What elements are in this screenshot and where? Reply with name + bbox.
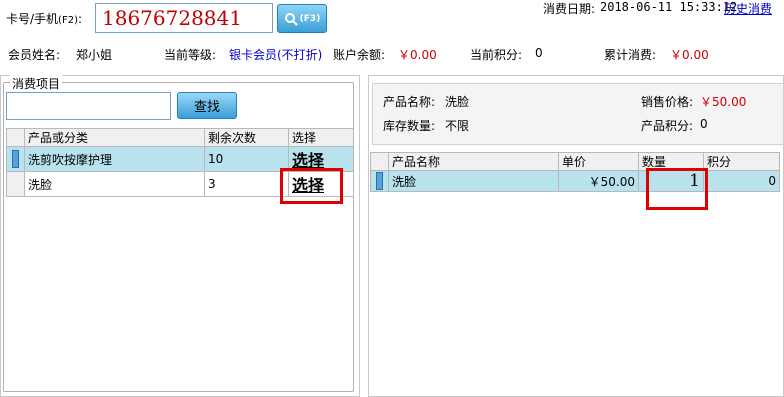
product-points-value: 0 — [700, 117, 708, 131]
row-selector[interactable] — [370, 170, 389, 192]
product-points-label: 产品积分: — [641, 119, 694, 133]
item-remaining: 10 — [204, 146, 289, 172]
history-link[interactable]: 历史消费 — [724, 0, 772, 17]
sale-price-label: 销售价格: — [641, 95, 694, 109]
table-row[interactable]: 洗脸 ￥50.00 1 0 — [370, 170, 780, 192]
item-remaining: 3 — [204, 171, 289, 197]
highlight-box — [280, 168, 343, 204]
member-search-button[interactable]: (F3) — [277, 4, 327, 33]
card-label: 卡号/手机(F2): — [6, 12, 83, 26]
product-name-value: 洗脸 — [445, 95, 470, 109]
cart-points: 0 — [703, 170, 780, 192]
card-label-text: 卡号/手机 — [6, 12, 59, 26]
sale-price-value: ￥50.00 — [700, 95, 747, 109]
member-level-label: 当前等级: — [164, 48, 217, 62]
member-name-label: 会员姓名: — [8, 48, 61, 62]
card-hotkey: (F2) — [58, 15, 78, 26]
total-spent-label: 累计消费: — [604, 48, 657, 62]
group-title: 消费项目 — [10, 75, 63, 92]
column-header-remaining[interactable]: 剩余次数 — [204, 128, 289, 147]
date-value: 2018-06-11 15:33:12 — [600, 0, 738, 14]
table-header-row: 产品或分类 剩余次数 选择 — [6, 128, 354, 147]
item-search-input[interactable] — [6, 92, 171, 120]
magnifier-icon — [284, 12, 298, 26]
row-selector[interactable] — [6, 171, 25, 197]
points-value: 0 — [535, 46, 543, 60]
find-button[interactable]: 查找 — [177, 92, 237, 119]
column-header-select[interactable]: 选择 — [288, 128, 354, 147]
column-header-price[interactable]: 单价 — [558, 152, 639, 171]
balance-label: 账户余额: — [333, 48, 386, 62]
column-header-item[interactable]: 产品或分类 — [24, 128, 205, 147]
column-header-points[interactable]: 积分 — [703, 152, 780, 171]
cart-product-name: 洗脸 — [388, 170, 559, 192]
member-name-value: 郑小姐 — [76, 48, 113, 62]
total-spent-value: ￥0.00 — [670, 48, 709, 62]
stock-label: 库存数量: — [383, 119, 436, 133]
row-selector[interactable] — [6, 146, 25, 172]
highlight-box — [646, 168, 708, 210]
product-name-label: 产品名称: — [383, 95, 436, 109]
cart-table: 产品名称 单价 数量 积分 洗脸 ￥50.00 1 0 — [370, 152, 780, 192]
card-number-input[interactable]: 18676728841 — [95, 3, 273, 33]
column-header-product[interactable]: 产品名称 — [388, 152, 559, 171]
points-label: 当前积分: — [470, 48, 523, 62]
cart-unit-price: ￥50.00 — [558, 170, 639, 192]
row-header-corner — [370, 152, 389, 171]
member-level-value: 银卡会员(不打折) — [229, 48, 323, 62]
search-hotkey-label: (F3) — [299, 13, 321, 24]
balance-value: ￥0.00 — [398, 48, 437, 62]
date-label: 消费日期: — [543, 2, 596, 16]
item-name: 洗剪吹按摩护理 — [24, 146, 205, 172]
stock-value: 不限 — [445, 119, 470, 133]
table-header-row: 产品名称 单价 数量 积分 — [370, 152, 780, 171]
row-header-corner — [6, 128, 25, 147]
item-name: 洗脸 — [24, 171, 205, 197]
